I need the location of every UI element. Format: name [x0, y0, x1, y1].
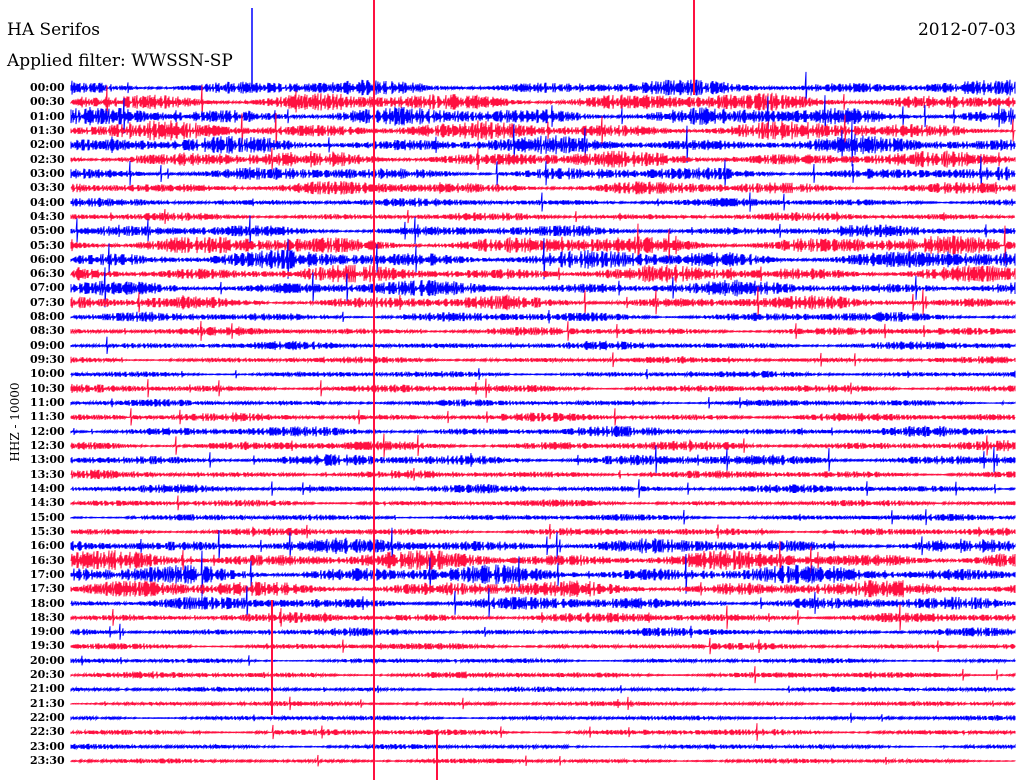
trace-row-23 — [70, 408, 1016, 426]
trace-row-44 — [70, 712, 1016, 723]
trace-row-13 — [70, 264, 1016, 283]
trace-row-20 — [70, 368, 1016, 380]
trace-row-42 — [70, 685, 1016, 694]
trace-row-45 — [70, 723, 1016, 741]
trace-row-26 — [70, 445, 1016, 474]
trace-row-8 — [70, 192, 1016, 212]
trace-row-47 — [70, 754, 1016, 767]
trace-row-35 — [70, 580, 1016, 598]
trace-row-16 — [70, 310, 1016, 324]
trace-row-27 — [70, 468, 1016, 481]
trace-row-41 — [70, 666, 1016, 684]
trace-row-31 — [70, 523, 1016, 540]
trace-row-18 — [70, 336, 1016, 354]
trace-row-40 — [70, 655, 1016, 666]
trace-row-24 — [70, 425, 1016, 438]
trace-row-25 — [70, 433, 1016, 458]
trace-row-38 — [70, 623, 1016, 640]
trace-row-43 — [70, 696, 1016, 711]
trace-row-29 — [70, 495, 1016, 511]
trace-row-19 — [70, 352, 1016, 368]
trace-row-46 — [70, 743, 1016, 751]
trace-row-28 — [70, 479, 1016, 498]
trace-row-0 — [70, 71, 1016, 103]
trace-row-17 — [70, 321, 1016, 341]
trace-row-22 — [70, 397, 1016, 409]
trace-row-7 — [70, 181, 1016, 195]
trace-row-30 — [70, 509, 1016, 526]
trace-row-39 — [70, 637, 1016, 655]
trace-row-9 — [70, 209, 1016, 224]
helicorder-plot — [70, 0, 1016, 780]
trace-row-21 — [70, 378, 1016, 398]
